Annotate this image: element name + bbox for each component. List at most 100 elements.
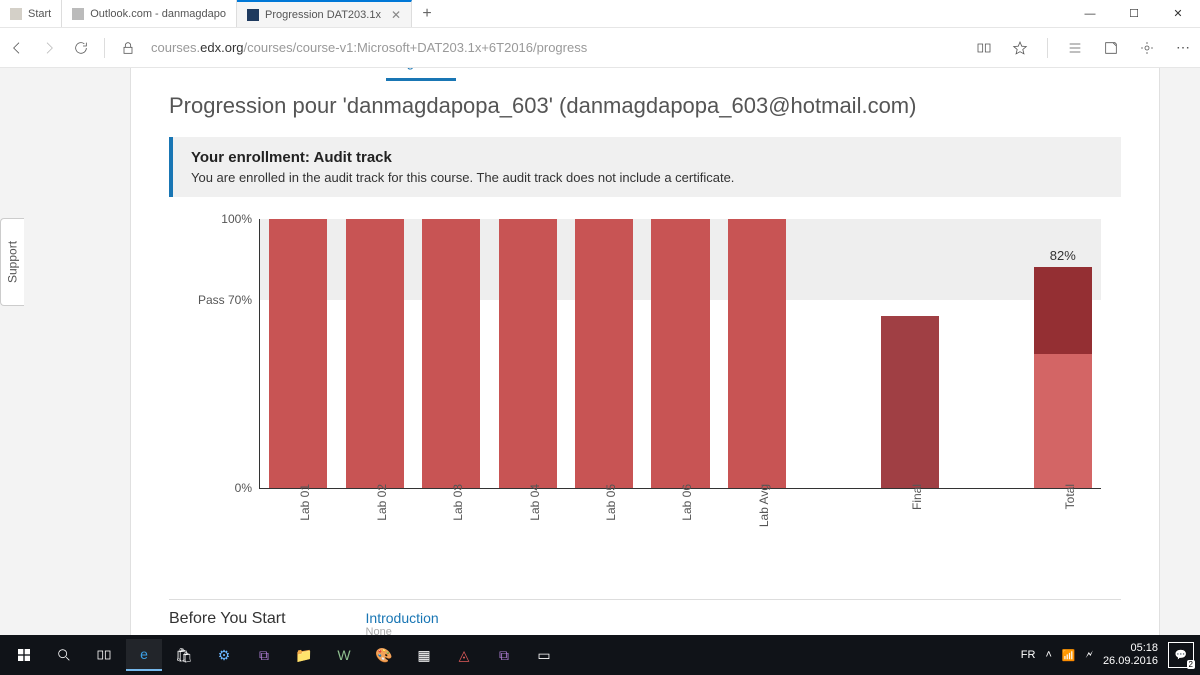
address-bar: courses.edx.org/courses/course-v1:Micros… <box>0 28 1200 68</box>
refresh-button[interactable] <box>72 39 90 57</box>
support-tab[interactable]: Support <box>0 218 24 306</box>
chart-bar <box>948 219 1024 488</box>
notice-body: You are enrolled in the audit track for … <box>191 170 1103 185</box>
x-axis-label: Lab 03 <box>451 484 465 521</box>
url-text-pre: courses. <box>151 40 200 55</box>
bar-value-label: 82% <box>1050 248 1076 263</box>
y-axis-label: Pass 70% <box>198 293 252 307</box>
system-tray: FR ˄ 📶 🗲 05:18 26.09.2016 💬2 <box>1021 642 1194 668</box>
browser-titlebar: Start Outlook.com - danmagdapo Progression… <box>0 0 1200 28</box>
task-view-button[interactable] <box>86 639 122 671</box>
taskbar-app-explorer[interactable]: 📁 <box>286 639 322 671</box>
browser-tab[interactable]: Outlook.com - danmagdapo <box>62 0 237 27</box>
taskbar-app-edge[interactable]: e <box>126 639 162 671</box>
chart-bar: 82%Total <box>1025 219 1101 488</box>
chart-bar: Lab 05 <box>566 219 642 488</box>
y-axis-label: 0% <box>235 481 252 495</box>
chart-area: 0%Pass 70%100%Lab 01Lab 02Lab 03Lab 04La… <box>259 219 1101 489</box>
chart-bar: Lab Avg <box>719 219 795 488</box>
tray-chevron-icon[interactable]: ˄ <box>1045 649 1051 661</box>
window-buttons: — ☐ ✕ <box>1068 0 1200 27</box>
share-icon[interactable] <box>1138 39 1156 57</box>
tray-time: 05:18 <box>1103 642 1158 655</box>
more-icon[interactable]: ⋯ <box>1174 39 1192 57</box>
y-axis-label: 100% <box>221 212 252 226</box>
tray-clock[interactable]: 05:18 26.09.2016 <box>1103 642 1158 668</box>
x-axis-label: Lab 04 <box>528 484 542 521</box>
taskbar-app-store[interactable]: 🛍 <box>166 639 202 671</box>
bottom-section: Before You Start Introduction None <box>169 610 1121 635</box>
chart-bar: Lab 06 <box>642 219 718 488</box>
close-window-button[interactable]: ✕ <box>1156 0 1200 27</box>
taskbar-app-vs2[interactable]: ⧉ <box>486 639 522 671</box>
chart-bar: Lab 02 <box>336 219 412 488</box>
page-content: Support Accueil Cours Discussion Progressio… <box>0 68 1200 635</box>
taskbar-app-generic-4[interactable]: ▭ <box>526 639 562 671</box>
divider <box>169 599 1121 600</box>
taskbar-app-generic-2[interactable]: ▦ <box>406 639 442 671</box>
notice-heading: Your enrollment: Audit track <box>191 149 1103 166</box>
x-axis-label: Lab 02 <box>375 484 389 521</box>
divider <box>104 38 105 58</box>
minimize-button[interactable]: — <box>1068 0 1112 27</box>
chart-bar: Lab 01 <box>260 219 336 488</box>
x-axis-label: Final <box>910 484 924 510</box>
divider <box>1047 38 1048 58</box>
tab-favicon-icon <box>10 8 22 20</box>
nav-tab[interactable]: Cours <box>237 68 272 81</box>
notif-count: 2 <box>1187 660 1195 669</box>
enrollment-notice: Your enrollment: Audit track You are enr… <box>169 137 1121 197</box>
tray-battery-icon[interactable]: 🗲 <box>1086 649 1093 662</box>
x-axis-label: Lab Avg <box>757 484 771 527</box>
url-field[interactable]: courses.edx.org/courses/course-v1:Micros… <box>151 40 961 55</box>
tab-label: Outlook.com - danmagdapo <box>90 8 226 20</box>
chart-bar: Lab 04 <box>489 219 565 488</box>
new-tab-button[interactable]: + <box>412 0 442 27</box>
tab-favicon-icon <box>72 8 84 20</box>
nav-tab[interactable]: Progression <box>386 68 455 81</box>
intro-sub: None <box>366 626 439 635</box>
taskbar-app-paint[interactable]: 🎨 <box>366 639 402 671</box>
taskbar-app-vs[interactable]: ⧉ <box>246 639 282 671</box>
taskbar-app-settings[interactable]: ⚙ <box>206 639 242 671</box>
start-button[interactable] <box>6 639 42 671</box>
tab-label: Start <box>28 8 51 20</box>
nav-tab[interactable]: Discussion <box>298 68 361 81</box>
browser-tab[interactable]: Start <box>0 0 62 27</box>
course-nav: Accueil Cours Discussion Progression <box>169 68 456 81</box>
tab-label: Progression DAT203.1x <box>265 9 381 21</box>
nav-tab[interactable]: Accueil <box>169 68 211 81</box>
x-axis-label: Total <box>1063 484 1077 509</box>
browser-tab[interactable]: Progression DAT203.1x ✕ <box>237 0 412 27</box>
taskbar-app-generic-1[interactable]: W <box>326 639 362 671</box>
tab-close-icon[interactable]: ✕ <box>391 8 401 22</box>
x-axis-label: Lab 01 <box>298 484 312 521</box>
tray-network-icon[interactable]: 📶 <box>1062 649 1076 662</box>
chart-bar <box>795 219 871 488</box>
search-button[interactable] <box>46 639 82 671</box>
tray-notifications-icon[interactable]: 💬2 <box>1168 642 1194 668</box>
back-button[interactable] <box>8 39 26 57</box>
progress-chart: 0%Pass 70%100%Lab 01Lab 02Lab 03Lab 04La… <box>219 219 1101 539</box>
reading-view-icon[interactable] <box>975 39 993 57</box>
main-panel: Accueil Cours Discussion Progression Progre… <box>130 68 1160 635</box>
url-text-post: /courses/course-v1:Microsoft+DAT203.1x+6… <box>244 40 588 55</box>
chart-bar: Lab 03 <box>413 219 489 488</box>
taskbar-app-generic-3[interactable]: ◬ <box>446 639 482 671</box>
tab-favicon-icon <box>247 9 259 21</box>
section-heading: Before You Start <box>169 610 286 635</box>
maximize-button[interactable]: ☐ <box>1112 0 1156 27</box>
tab-strip: Start Outlook.com - danmagdapo Progression… <box>0 0 412 27</box>
hub-icon[interactable] <box>1066 39 1084 57</box>
webnote-icon[interactable] <box>1102 39 1120 57</box>
tray-lang[interactable]: FR <box>1021 649 1036 661</box>
favorite-icon[interactable] <box>1011 39 1029 57</box>
x-axis-label: Lab 06 <box>680 484 694 521</box>
lock-icon <box>119 39 137 57</box>
tray-date: 26.09.2016 <box>1103 655 1158 668</box>
x-axis-label: Lab 05 <box>604 484 618 521</box>
forward-button[interactable] <box>40 39 58 57</box>
windows-taskbar: e 🛍 ⚙ ⧉ 📁 W 🎨 ▦ ◬ ⧉ ▭ FR ˄ 📶 🗲 05:18 26.… <box>0 635 1200 675</box>
chart-bar: Final <box>872 219 948 488</box>
intro-link[interactable]: Introduction <box>366 610 439 626</box>
